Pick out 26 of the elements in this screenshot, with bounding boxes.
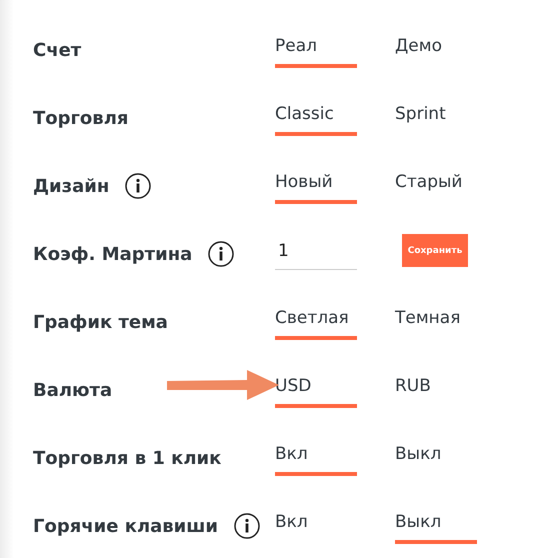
- option-tab[interactable]: Новый: [275, 148, 357, 204]
- option-tab[interactable]: Демо: [395, 12, 477, 68]
- option-tab[interactable]: Classic: [275, 80, 357, 136]
- setting-label: График тема: [33, 312, 168, 332]
- info-icon[interactable]: [208, 241, 234, 267]
- input-field[interactable]: 1: [275, 232, 357, 270]
- option-tab[interactable]: Старый: [395, 148, 477, 204]
- setting-label: Горячие клавиши: [33, 516, 218, 536]
- info-icon[interactable]: [234, 513, 260, 539]
- option-tab[interactable]: Sprint: [395, 80, 477, 136]
- option-tab[interactable]: Вкл: [275, 488, 357, 544]
- option-tab[interactable]: Реал: [275, 12, 357, 68]
- setting-label: Дизайн: [33, 176, 110, 196]
- option-tab[interactable]: Темная: [395, 284, 477, 340]
- option-tab[interactable]: Вкл: [275, 420, 357, 476]
- info-icon[interactable]: [125, 173, 152, 199]
- setting-label: Торговля: [33, 108, 128, 128]
- option-tab[interactable]: RUB: [395, 352, 477, 408]
- setting-label: Коэф. Мартина: [33, 244, 192, 264]
- setting-label: Торговля в 1 клик: [33, 448, 222, 468]
- option-tab[interactable]: Светлая: [275, 284, 357, 340]
- option-tab[interactable]: USD: [275, 352, 357, 408]
- option-tab[interactable]: Выкл: [395, 488, 477, 544]
- option-tab[interactable]: Выкл: [395, 420, 477, 476]
- setting-label: Счет: [33, 40, 82, 60]
- setting-label: Валюта: [33, 380, 112, 400]
